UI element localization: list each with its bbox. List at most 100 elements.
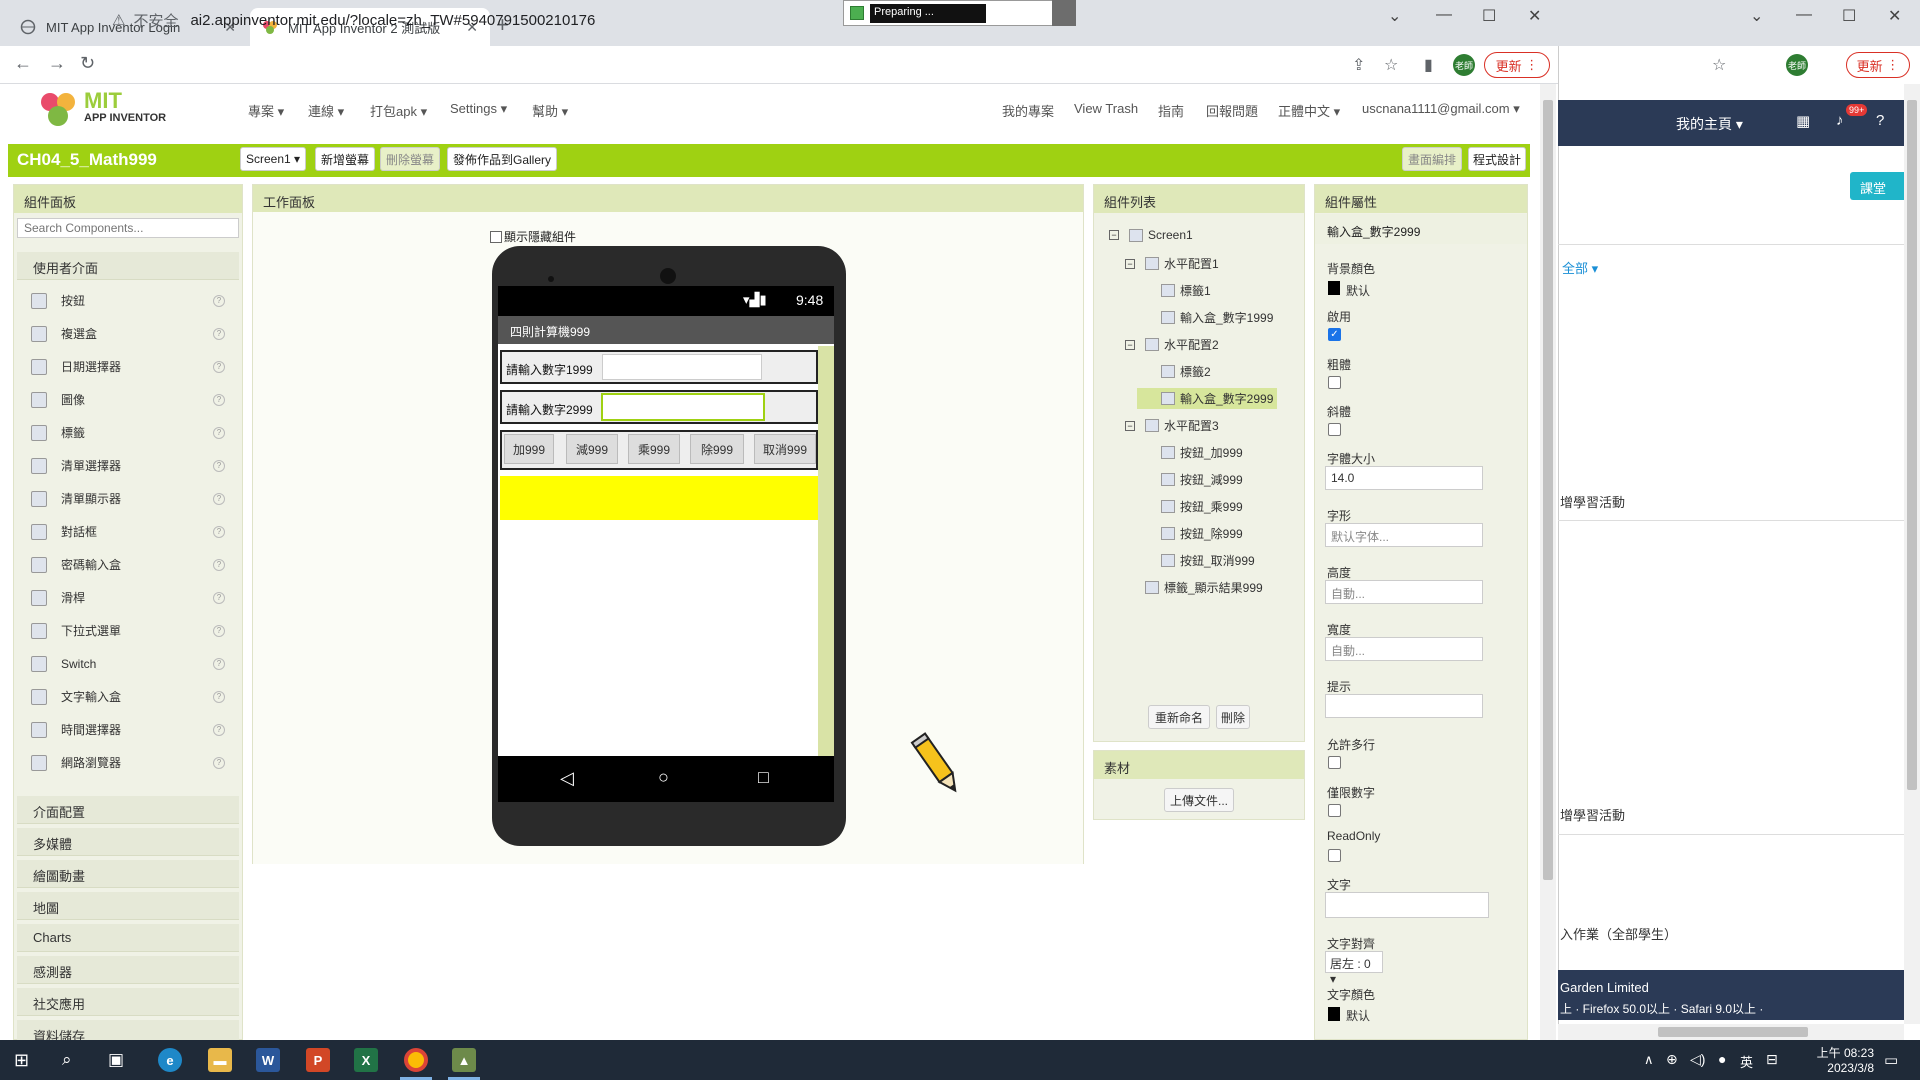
button-divide[interactable]: 除999 xyxy=(690,434,744,464)
palette-item[interactable]: Switch? xyxy=(17,647,239,680)
bg-tab-search-icon[interactable]: ⌄ xyxy=(1750,6,1763,26)
palette-item[interactable]: 時間選擇器? xyxy=(17,713,239,746)
button-add[interactable]: 加999 xyxy=(504,434,554,464)
bgcolor-swatch[interactable] xyxy=(1328,281,1340,295)
help-icon[interactable]: ? xyxy=(213,393,225,406)
collapse-toggle-icon[interactable]: − xyxy=(1125,258,1135,269)
word-icon[interactable]: W xyxy=(256,1048,280,1072)
palette-item[interactable]: 清單選擇器? xyxy=(17,449,239,482)
multiline-checkbox[interactable] xyxy=(1328,756,1341,769)
microphone-icon[interactable]: ● xyxy=(1718,1051,1726,1067)
horizontal-arrangement-2[interactable]: 請輸入數字2999 xyxy=(500,390,818,424)
collapse-toggle-icon[interactable]: − xyxy=(1125,339,1135,350)
collapse-toggle-icon[interactable]: − xyxy=(1109,230,1119,240)
classroom-chip[interactable]: 課堂 xyxy=(1850,172,1912,200)
help-icon[interactable]: ? xyxy=(1876,112,1884,129)
text-align-select[interactable]: 居左 : 0 ▾ xyxy=(1325,951,1383,986)
bookmark-star-icon[interactable]: ☆ xyxy=(1384,55,1398,75)
menu-help[interactable]: 幫助 ▾ xyxy=(532,101,568,120)
bgcolor-value[interactable]: 默认 xyxy=(1346,282,1370,299)
help-icon[interactable]: ? xyxy=(213,624,225,637)
bg-hscroll-thumb[interactable] xyxy=(1658,1027,1808,1037)
reload-icon[interactable]: ↻ xyxy=(80,53,95,74)
height-input[interactable]: 自動... xyxy=(1325,580,1483,604)
palette-item[interactable]: 滑桿? xyxy=(17,581,239,614)
menu-settings[interactable]: Settings ▾ xyxy=(450,101,507,117)
palette-category[interactable]: 社交應用 xyxy=(17,988,239,1016)
palette-item[interactable]: 文字輸入盒? xyxy=(17,680,239,713)
network-icon[interactable]: ⊕ xyxy=(1666,1051,1678,1068)
bg-update-button[interactable]: 更新 ⋮ xyxy=(1846,52,1910,78)
page-scrollbar[interactable] xyxy=(1540,84,1556,1040)
help-icon[interactable]: ? xyxy=(213,525,225,538)
bg-horizontal-scrollbar[interactable] xyxy=(1558,1024,1904,1040)
update-button[interactable]: 更新 ⋮ xyxy=(1484,52,1550,78)
clock-date[interactable]: 2023/3/8 xyxy=(1798,1061,1874,1075)
tree-node[interactable]: 按鈕_減999 xyxy=(1137,469,1247,490)
category-user-interface[interactable]: 使用者介面 xyxy=(17,252,239,280)
help-icon[interactable]: ? xyxy=(213,426,225,439)
tree-node[interactable]: 標籤2 xyxy=(1137,361,1215,382)
palette-category[interactable]: 地圖 xyxy=(17,892,239,920)
enabled-checkbox[interactable]: ✓ xyxy=(1328,328,1341,341)
horizontal-arrangement-1[interactable]: 請輸入數字1999 xyxy=(500,350,818,384)
width-input[interactable]: 自動... xyxy=(1325,637,1483,661)
bell-icon[interactable]: ♪ xyxy=(1836,112,1844,129)
label-2[interactable]: 請輸入數字2999 xyxy=(506,401,593,418)
palette-category[interactable]: 多媒體 xyxy=(17,828,239,856)
delete-button[interactable]: 刪除 xyxy=(1216,705,1250,729)
palette-item[interactable]: 按鈕? xyxy=(17,284,239,317)
palette-category[interactable]: 繪圖動畫 xyxy=(17,860,239,888)
tree-node[interactable]: 按鈕_取消999 xyxy=(1137,550,1259,571)
excel-icon[interactable]: X xyxy=(354,1048,378,1072)
designer-button[interactable]: 畫面編排 xyxy=(1402,147,1462,171)
bg-bookmark-star-icon[interactable]: ☆ xyxy=(1712,55,1726,75)
tree-node[interactable]: − 水平配置2 xyxy=(1121,334,1223,355)
help-icon[interactable]: ? xyxy=(213,591,225,604)
tree-node[interactable]: − 水平配置3 xyxy=(1121,415,1223,436)
publish-gallery-button[interactable]: 發佈作品到Gallery xyxy=(447,147,557,171)
input-mode-icon[interactable]: ⊟ xyxy=(1766,1051,1778,1068)
typeface-input[interactable]: 默认字体... xyxy=(1325,523,1483,547)
forward-icon[interactable]: → xyxy=(48,53,66,74)
palette-item[interactable]: 網路瀏覽器? xyxy=(17,746,239,779)
button-subtract[interactable]: 減999 xyxy=(566,434,618,464)
side-panel-icon[interactable]: ▮ xyxy=(1424,55,1433,75)
menu-report-issue[interactable]: 回報問題 xyxy=(1206,101,1258,120)
bg-maximize-icon[interactable]: ☐ xyxy=(1842,6,1856,26)
app-inventor-logo[interactable]: MIT APP INVENTOR xyxy=(38,88,188,130)
hint-input[interactable] xyxy=(1325,694,1483,718)
help-icon[interactable]: ? xyxy=(213,723,225,736)
bg-close-icon[interactable]: ✕ xyxy=(1888,6,1901,26)
add-screen-button[interactable]: 新增螢幕 xyxy=(315,147,375,171)
menu-view-trash[interactable]: View Trash xyxy=(1074,101,1138,116)
button-cancel[interactable]: 取消999 xyxy=(754,434,816,464)
fontsize-input[interactable]: 14.0 xyxy=(1325,466,1483,490)
palette-item[interactable]: 下拉式選單? xyxy=(17,614,239,647)
task-view-icon[interactable]: ▣ xyxy=(108,1050,124,1070)
help-icon[interactable]: ? xyxy=(213,558,225,571)
menu-build[interactable]: 打包apk ▾ xyxy=(370,101,427,120)
menu-my-projects[interactable]: 我的專案 xyxy=(1002,101,1054,120)
calendar-icon[interactable]: ▦ xyxy=(1796,112,1810,130)
button-multiply[interactable]: 乘999 xyxy=(628,434,680,464)
help-icon[interactable]: ? xyxy=(213,360,225,373)
help-icon[interactable]: ? xyxy=(213,492,225,505)
palette-category[interactable]: 感測器 xyxy=(17,956,239,984)
tree-node[interactable]: 標籤_顯示結果999 xyxy=(1121,577,1267,598)
help-icon[interactable]: ? xyxy=(213,459,225,472)
help-icon[interactable]: ? xyxy=(213,690,225,703)
rename-button[interactable]: 重新命名 xyxy=(1148,705,1210,729)
palette-item[interactable]: 日期選擇器? xyxy=(17,350,239,383)
textcolor-swatch[interactable] xyxy=(1328,1007,1340,1021)
windows-start-icon[interactable]: ⊞ xyxy=(14,1050,29,1071)
back-icon[interactable]: ← xyxy=(14,53,32,74)
palette-item[interactable]: 圖像? xyxy=(17,383,239,416)
palette-item[interactable]: 標籤? xyxy=(17,416,239,449)
powerpoint-icon[interactable]: P xyxy=(306,1048,330,1072)
upload-file-button[interactable]: 上傳文件... xyxy=(1164,788,1234,812)
tree-node[interactable]: 按鈕_乘999 xyxy=(1137,496,1247,517)
component-search-input[interactable] xyxy=(17,218,239,238)
filter-all[interactable]: 全部 ▾ xyxy=(1562,258,1598,277)
share-icon[interactable]: ⇪ xyxy=(1352,55,1365,75)
